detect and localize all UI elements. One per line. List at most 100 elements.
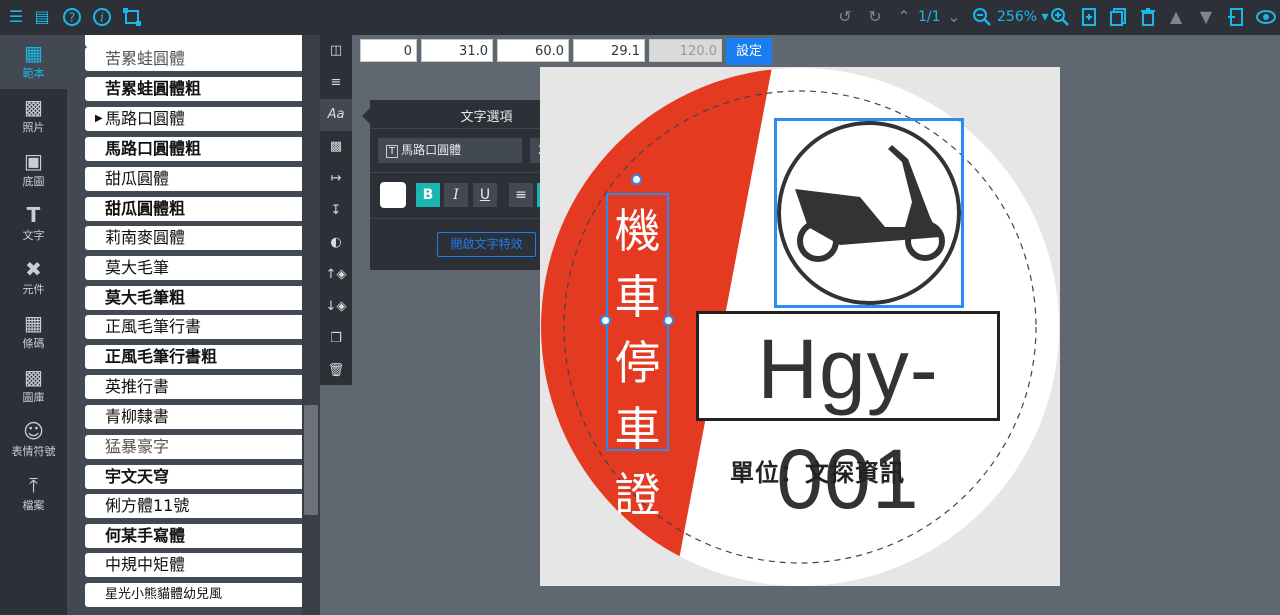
align-vertical-icon[interactable]: ◫: [320, 35, 352, 67]
undo-icon[interactable]: ↺: [835, 7, 855, 27]
svg-text:i: i: [100, 11, 104, 25]
zoom-out-icon[interactable]: [972, 7, 992, 27]
move-page-up-icon[interactable]: ▲: [1166, 7, 1186, 27]
font-item[interactable]: 莉南麥圓體: [85, 226, 320, 250]
help-icon[interactable]: ?: [62, 7, 82, 27]
transparency-icon[interactable]: ▩: [320, 131, 352, 163]
font-item[interactable]: 猛暴豪字: [85, 435, 320, 459]
nav-emoji[interactable]: ☺ 表情符號: [0, 413, 67, 467]
upload-icon: ⤒: [29, 473, 38, 497]
font-item[interactable]: 正風毛筆行書: [85, 315, 320, 339]
font-item[interactable]: 莫大毛筆: [85, 256, 320, 280]
add-page-icon[interactable]: [1079, 7, 1099, 27]
zoom-level[interactable]: 256% ▾: [997, 9, 1049, 25]
top-toolbar: ☰ ▤ ? i ↺ ↻ ⌃ 1/1 ⌄ 256% ▾ ▲ ▼: [0, 0, 1280, 35]
pages-icon[interactable]: ▤: [32, 7, 52, 27]
apply-button[interactable]: 設定: [726, 38, 772, 65]
background-icon: ▣: [24, 149, 43, 173]
send-backward-icon[interactable]: ↓◈: [320, 291, 352, 323]
font-item[interactable]: 苦累蛙圓體: [85, 47, 320, 71]
contrast-icon[interactable]: ◐: [320, 227, 352, 259]
move-page-down-icon[interactable]: ▼: [1196, 7, 1216, 27]
font-item[interactable]: 馬路口圓體粗: [85, 137, 320, 161]
font-item[interactable]: 俐方體11號: [85, 494, 320, 518]
font-list-scroll-thumb[interactable]: [304, 405, 318, 515]
license-plate-text[interactable]: Hgy-001: [696, 311, 1000, 526]
font-item[interactable]: 苦累蛙圓體粗: [85, 77, 320, 101]
font-item[interactable]: 青柳隸書: [85, 405, 320, 429]
popup-pointer: [362, 108, 370, 124]
font-item-partial[interactable]: [85, 35, 320, 47]
font-family-select[interactable]: T 馬路口圓體: [378, 138, 522, 163]
object-tool-strip: ◫ ≡ Aa ▩ ↦ ↧ ◐ ↑◈ ↓◈ ❐ 🗑: [320, 35, 352, 385]
bring-forward-icon[interactable]: ↑◈: [320, 259, 352, 291]
font-item[interactable]: 甜瓜圓體: [85, 167, 320, 191]
height-field[interactable]: 29.1: [573, 39, 645, 62]
resize-handle-right[interactable]: [663, 315, 674, 326]
motorcycle-image-selection[interactable]: [774, 118, 964, 308]
photo-icon: ▩: [24, 95, 43, 119]
nav-element[interactable]: ✖ 元件: [0, 251, 67, 305]
selected-arrow-icon: ▶: [95, 113, 103, 124]
font-item-selected[interactable]: ▶ 馬路口圓體: [85, 107, 320, 131]
redo-icon[interactable]: ↻: [865, 7, 885, 27]
nav-template[interactable]: ▦ 範本: [0, 35, 67, 89]
y-field[interactable]: 31.0: [421, 39, 493, 62]
flip-horizontal-icon[interactable]: ↦: [320, 163, 352, 195]
font-item[interactable]: 何某手寫體: [85, 524, 320, 548]
preview-eye-icon[interactable]: [1255, 7, 1276, 27]
font-item[interactable]: 宇文天穹: [85, 465, 320, 489]
zoom-in-icon[interactable]: [1050, 7, 1070, 27]
duplicate-icon[interactable]: ❐: [320, 323, 352, 355]
page-indicator: 1/1: [918, 9, 941, 25]
exit-icon[interactable]: [1226, 7, 1246, 27]
font-list-panel: 苦累蛙圓體 苦累蛙圓體粗 ▶ 馬路口圓體 馬路口圓體粗 甜瓜圓體 甜瓜圓體粗 莉南…: [67, 35, 320, 615]
side-nav: ▦ 範本 ▩ 照片 ▣ 底圖 T 文字 ✖ 元件 ▦ 條碼 ▩ 圖庫 ☺ 表情符…: [0, 35, 67, 615]
template-icon: ▦: [24, 41, 43, 65]
svg-text:?: ?: [69, 11, 75, 25]
align-left-icon[interactable]: ≡: [509, 183, 533, 207]
width-field[interactable]: 60.0: [497, 39, 569, 62]
design-canvas[interactable]: 機 車 停 車 證 Hgy-001 單位：文探資訊: [540, 67, 1060, 586]
emoji-icon: ☺: [23, 419, 44, 443]
page-up-icon[interactable]: ⌃: [894, 7, 914, 27]
nav-gallery[interactable]: ▩ 圖庫: [0, 359, 67, 413]
element-icon: ✖: [25, 257, 42, 281]
nav-photo[interactable]: ▩ 照片: [0, 89, 67, 143]
nav-background[interactable]: ▣ 底圖: [0, 143, 67, 197]
x-field[interactable]: 0: [360, 39, 417, 62]
text-options-icon[interactable]: Aa: [320, 99, 352, 131]
rotation-field: 120.0: [649, 39, 722, 62]
font-list-scrollbar[interactable]: [302, 35, 320, 615]
page-down-icon[interactable]: ⌄: [944, 7, 964, 27]
text-color-swatch[interactable]: [380, 182, 406, 208]
menu-icon[interactable]: ☰: [6, 7, 26, 27]
font-item[interactable]: 中規中矩體: [85, 553, 320, 577]
info-icon[interactable]: i: [92, 7, 112, 27]
delete-page-icon[interactable]: [1138, 7, 1158, 27]
font-item[interactable]: 莫大毛筆粗: [85, 286, 320, 310]
font-item[interactable]: 星光小熊貓體幼兒風: [85, 583, 320, 607]
font-item[interactable]: 甜瓜圓體粗: [85, 197, 320, 221]
vertical-title-textbox[interactable]: 機 車 停 車 證: [606, 193, 669, 522]
unit-text[interactable]: 單位：文探資訊: [730, 453, 905, 488]
rotate-handle[interactable]: [631, 174, 642, 185]
italic-button[interactable]: I: [444, 183, 468, 207]
resize-handle-left[interactable]: [600, 315, 611, 326]
trash-icon[interactable]: 🗑: [320, 355, 352, 387]
flip-vertical-icon[interactable]: ↧: [320, 195, 352, 227]
text-effects-button[interactable]: 開啟文字特效: [437, 232, 536, 257]
nav-file[interactable]: ⤒ 檔案: [0, 467, 67, 521]
font-item[interactable]: 正風毛筆行書粗: [85, 345, 320, 369]
text-icon: T: [386, 145, 399, 158]
underline-button[interactable]: U: [473, 183, 497, 207]
nav-text[interactable]: T 文字: [0, 197, 67, 251]
nav-barcode[interactable]: ▦ 條碼: [0, 305, 67, 359]
font-item[interactable]: 英推行書: [85, 375, 320, 399]
bold-button[interactable]: B: [416, 183, 440, 207]
text-icon: T: [26, 203, 41, 227]
qrcode-icon: ▦: [24, 311, 43, 335]
align-horizontal-icon[interactable]: ≡: [320, 67, 352, 99]
resize-canvas-icon[interactable]: [122, 7, 142, 27]
copy-page-icon[interactable]: [1108, 7, 1128, 27]
